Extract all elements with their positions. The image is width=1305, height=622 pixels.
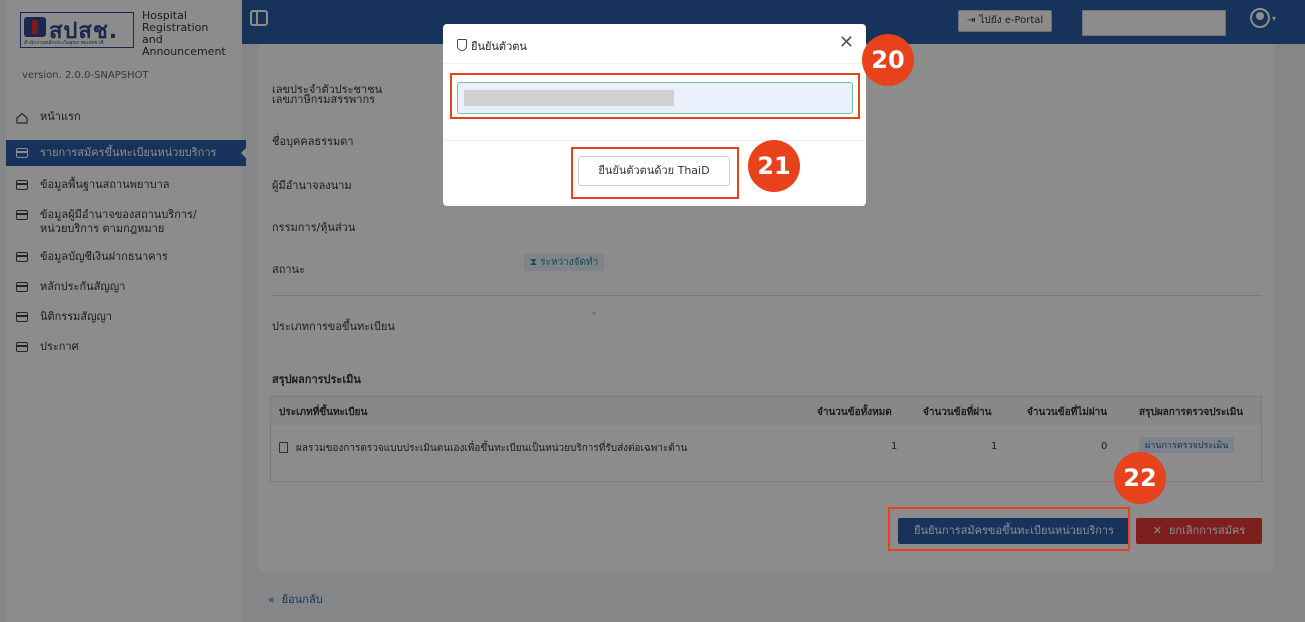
- highlight-box-identity-input: [450, 73, 860, 119]
- modal-title: ยืนยันตัวตน: [471, 40, 527, 53]
- step-badge-22: 22: [1114, 452, 1166, 504]
- highlight-box-thaid-button: [571, 147, 739, 199]
- shield-icon: [457, 39, 467, 51]
- step-badge-20: 20: [862, 34, 914, 86]
- modal-header: ยืนยันตัวตน ✕: [443, 24, 866, 64]
- close-icon[interactable]: ✕: [839, 34, 854, 52]
- highlight-box-confirm-button: [888, 507, 1130, 551]
- modal-divider: [443, 140, 866, 141]
- step-badge-21: 21: [748, 140, 800, 192]
